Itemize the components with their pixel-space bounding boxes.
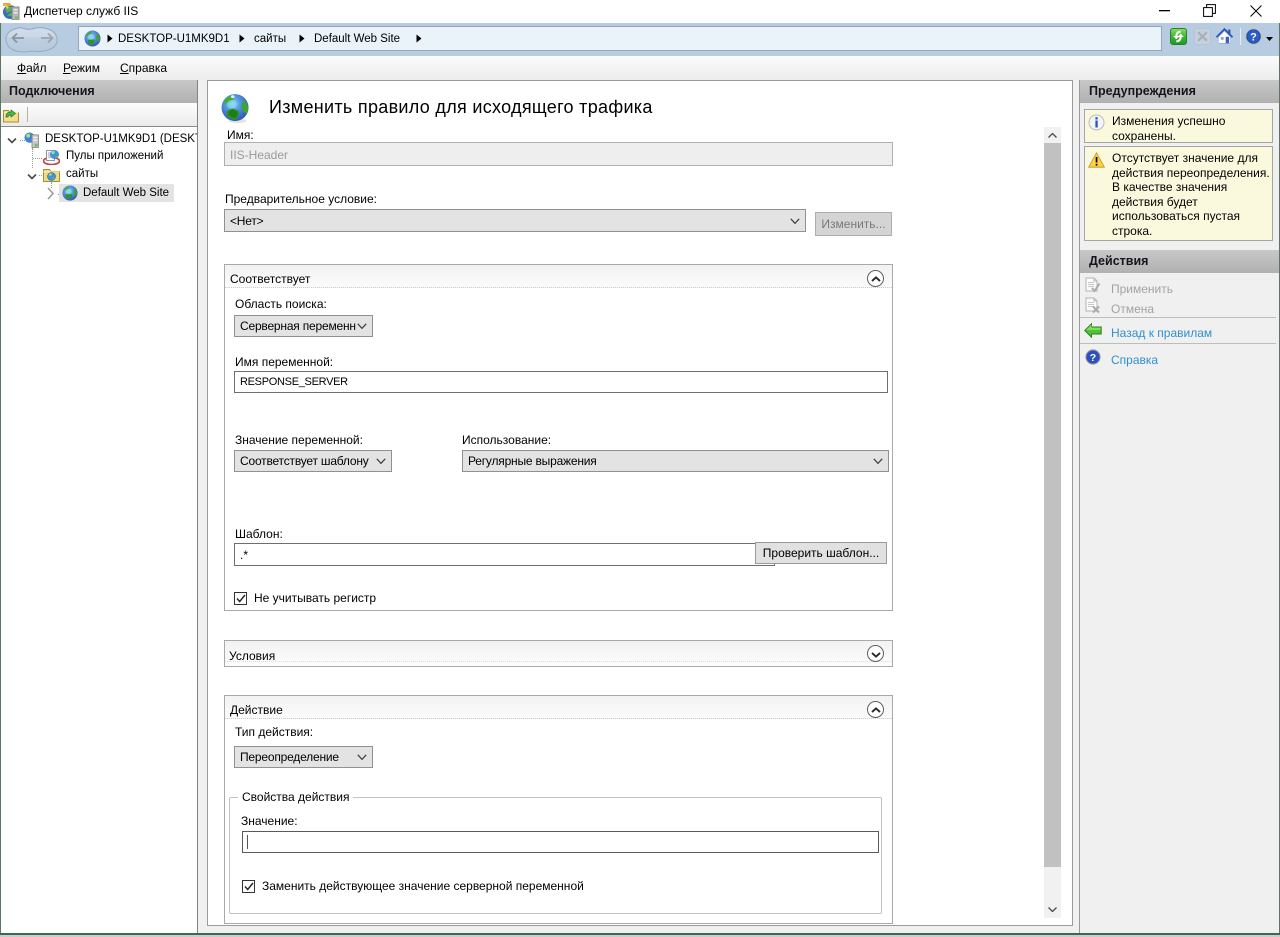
svg-text:?: ?: [1090, 352, 1096, 364]
svg-text:?: ?: [1250, 32, 1257, 44]
